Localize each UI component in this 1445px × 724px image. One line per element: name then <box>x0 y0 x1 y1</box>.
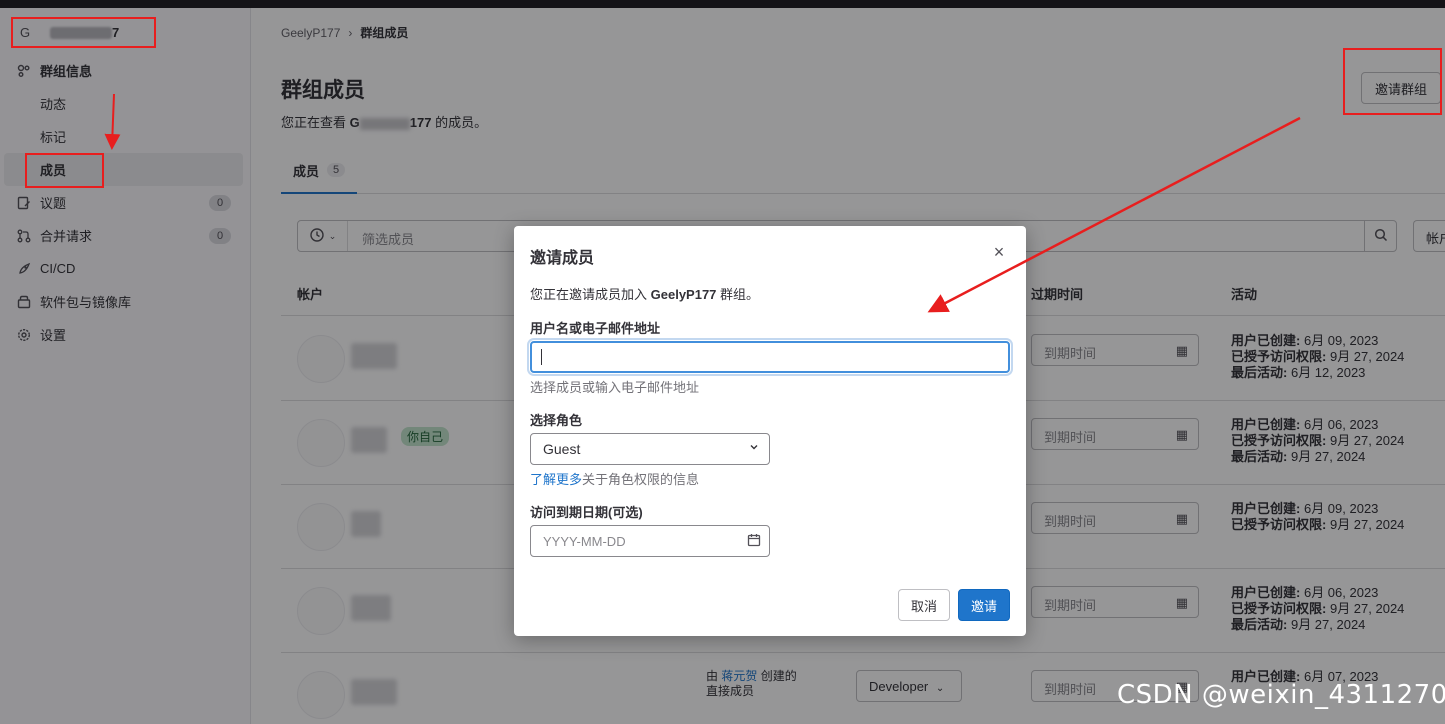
close-icon[interactable]: × <box>989 242 1009 262</box>
role-select[interactable]: Guest <box>530 433 770 465</box>
role-help-suffix: 关于角色权限的信息 <box>582 472 700 487</box>
text-caret <box>541 349 542 365</box>
modal-title: 邀请成员 <box>530 250 595 267</box>
modal-intro: 您正在邀请成员加入 GeelyP177 群组。 <box>530 284 759 303</box>
annotation-box-group <box>11 17 156 48</box>
date-placeholder: YYYY-MM-DD <box>543 534 626 549</box>
intro-suffix: 群组。 <box>720 287 760 302</box>
role-select-value: Guest <box>543 441 581 457</box>
watermark: CSDN @weixin_43112703 <box>1117 680 1445 710</box>
access-expiry-date-input[interactable]: YYYY-MM-DD <box>530 525 770 557</box>
cancel-button[interactable]: 取消 <box>898 589 950 621</box>
calendar-icon <box>747 533 761 550</box>
username-help-text: 选择成员或输入电子邮件地址 <box>530 380 700 395</box>
intro-prefix: 您正在邀请成员加入 <box>530 287 648 302</box>
invite-button[interactable]: 邀请 <box>958 589 1010 621</box>
intro-group-name: GeelyP177 <box>650 287 717 302</box>
username-email-input[interactable] <box>530 341 1010 373</box>
role-help-text: 了解更多关于角色权限的信息 <box>530 469 699 488</box>
expiry-field-label: 访问到期日期(可选) <box>530 505 643 520</box>
annotation-box-members <box>25 153 104 188</box>
chevron-down-icon <box>749 441 759 455</box>
learn-more-link[interactable]: 了解更多 <box>530 472 582 487</box>
annotation-box-invite-group <box>1343 48 1442 115</box>
role-field-label: 选择角色 <box>530 413 583 428</box>
invite-members-modal: 邀请成员 × 您正在邀请成员加入 GeelyP177 群组。 用户名或电子邮件地… <box>514 226 1026 636</box>
username-field-label: 用户名或电子邮件地址 <box>530 321 661 336</box>
